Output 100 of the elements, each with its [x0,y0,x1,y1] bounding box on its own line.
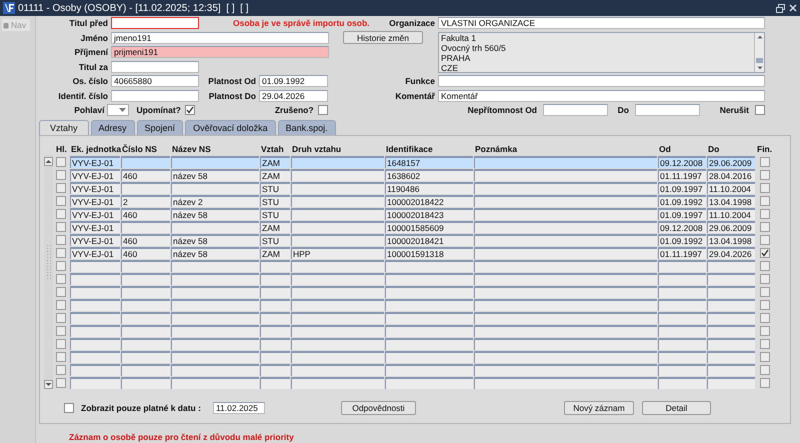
scroll-down-icon[interactable] [45,382,52,386]
checkbox[interactable] [760,156,770,166]
checkbox[interactable] [760,222,770,232]
date-field[interactable]: 11.02.2025 [212,402,265,414]
table-cell: 01.09.1997 [658,208,706,220]
checkbox[interactable] [754,105,765,116]
text-field[interactable] [111,90,199,102]
table-cell: 100001585609 [385,220,473,232]
checkbox[interactable] [760,312,770,322]
checkbox[interactable] [760,248,770,258]
checkbox[interactable] [760,352,770,362]
checkbox[interactable] [56,196,66,206]
checkbox[interactable] [760,208,770,218]
tab[interactable]: Bank.spoj. [278,120,336,134]
scrollbar[interactable] [44,154,53,388]
field-label: Os. číslo [72,76,108,86]
scroll-down-icon[interactable] [756,64,764,72]
checkbox[interactable] [56,338,66,348]
table-cell [260,272,290,284]
text-field[interactable] [111,17,199,30]
checkbox[interactable] [760,326,770,336]
checkbox[interactable] [760,286,770,296]
address-box[interactable]: Fakulta 1 Ovocný trh 560/5 PRAHA CZE [438,32,765,73]
checkbox[interactable] [56,378,66,388]
table-cell: ZAM [260,246,290,258]
scroll-thumb[interactable] [756,58,763,63]
checkbox[interactable] [56,260,66,270]
checkbox[interactable] [56,248,66,258]
table-cell: HPP [291,246,384,258]
address-line: CZE [441,63,459,74]
checkbox[interactable] [56,182,66,192]
column-header: Poznámka [474,144,518,154]
checkbox[interactable] [56,300,66,310]
text-field[interactable] [438,75,765,88]
checkbox[interactable] [760,196,770,206]
history-button[interactable]: Historie změn [343,31,423,44]
checkbox[interactable] [760,378,770,388]
checkbox[interactable] [760,182,770,192]
checkbox[interactable] [760,260,770,270]
text-field[interactable]: VLASTNI ORGANIZACE [438,17,765,30]
checkbox[interactable] [760,364,770,374]
checkbox[interactable] [64,402,74,412]
date-field[interactable] [635,104,700,116]
checkbox[interactable] [56,312,66,322]
checkbox[interactable] [56,364,66,374]
checkbox[interactable] [56,234,66,244]
field-label: Titul před [69,18,108,28]
table-cell: 09.12.2008 [658,156,706,168]
checkbox[interactable] [760,338,770,348]
table-cell: 01.11.1997 [658,246,706,258]
table-cell [260,376,290,388]
action-button[interactable]: Odpovědnosti [340,400,416,414]
checkbox[interactable] [184,105,195,116]
table-cell: 01.09.1992 [658,234,706,246]
tab[interactable]: Adresy [90,120,135,134]
date-field[interactable] [543,104,608,116]
table-cell [260,350,290,362]
date-field[interactable]: 29.04.2026 [259,90,328,102]
checkbox[interactable] [760,234,770,244]
checkbox[interactable] [760,170,770,180]
scrollbar[interactable] [754,32,764,72]
table-cell [121,324,170,336]
checkbox[interactable] [56,352,66,362]
checkbox[interactable] [56,222,66,232]
dropdown[interactable] [107,104,130,116]
table-cell [707,272,755,284]
field-label: Jméno [80,32,108,43]
close-icon[interactable] [789,4,797,12]
date-field[interactable]: 01.09.1992 [259,75,328,88]
text-field[interactable]: jmeno191 [111,32,329,44]
checkbox[interactable] [56,286,66,296]
scroll-up-icon[interactable] [45,158,52,164]
tab[interactable]: Vztahy [39,120,89,134]
window-title: 01111 - Osoby (OSOBY) - [11.02.2025; 12:35] [ ] [ ] [18,2,248,14]
checkbox[interactable] [56,170,66,180]
table-cell: STU [260,182,290,194]
table-cell: 11.10.2004 [707,208,755,220]
text-field[interactable]: prijmeni191 [111,46,329,58]
table-cell: VYV-EJ-01 [70,220,120,232]
tab[interactable]: Spojení [136,120,184,134]
text-field[interactable] [111,60,199,73]
checkbox[interactable] [760,300,770,310]
checkbox[interactable] [760,274,770,284]
action-button[interactable]: Detail [642,400,711,414]
table-cell [707,364,755,376]
checkbox[interactable] [318,105,328,116]
table-cell [658,312,706,324]
restore-icon[interactable] [776,4,785,12]
tab[interactable]: Ověřovací doložka [185,120,276,134]
caret-icon[interactable] [119,108,126,112]
action-button[interactable]: Nový záznam [564,400,634,414]
table-cell [707,260,755,272]
checkbox[interactable] [56,208,66,218]
text-field[interactable]: 40665880 [111,75,199,88]
checkbox[interactable] [56,156,66,166]
checkbox[interactable] [56,326,66,336]
checkbox[interactable] [56,274,66,284]
table-cell [658,260,706,272]
table-cell: 100001591318 [385,246,473,258]
text-field[interactable]: Komentář [438,90,765,102]
